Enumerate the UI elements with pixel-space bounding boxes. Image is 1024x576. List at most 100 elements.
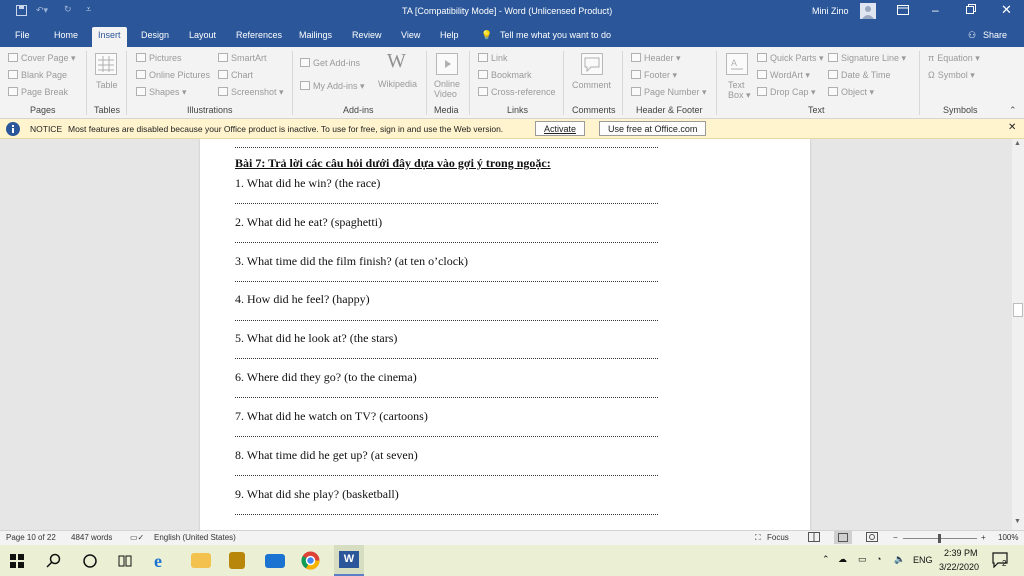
notifications-icon[interactable]	[992, 552, 1010, 568]
activate-button[interactable]: Activate	[535, 121, 586, 136]
show-hidden-icons[interactable]: ⌃	[822, 554, 830, 565]
screenshot-button[interactable]: Screenshot ▾	[218, 87, 284, 98]
tab-help[interactable]: Help	[440, 30, 459, 40]
tab-view[interactable]: View	[401, 30, 420, 40]
avatar[interactable]	[860, 3, 876, 19]
collapse-ribbon-icon[interactable]: ⌃	[1009, 105, 1017, 116]
tab-design[interactable]: Design	[141, 30, 169, 40]
answer-line[interactable]	[235, 203, 658, 204]
zoom-in-button[interactable]: +	[981, 533, 986, 542]
answer-line[interactable]	[235, 358, 658, 359]
link-button[interactable]: Link	[478, 53, 508, 63]
online-pictures-button[interactable]: Online Pictures	[136, 70, 210, 80]
proofing-icon[interactable]: ▭✓	[130, 533, 144, 542]
document-page[interactable]: Bài 7: Trả lời các câu hỏi dưới đây dựa …	[200, 139, 810, 530]
date-time-button[interactable]: Date & Time	[828, 70, 891, 80]
wordart-button[interactable]: WordArt ▾	[757, 70, 810, 81]
ribbon-display-options-icon[interactable]	[897, 5, 909, 15]
tab-file[interactable]: File	[15, 30, 30, 40]
close-icon[interactable]: ✕	[1001, 2, 1012, 18]
cover-page-button[interactable]: Cover Page ▾	[8, 53, 76, 64]
search-icon[interactable]	[46, 553, 62, 569]
input-language[interactable]: ENG	[913, 555, 933, 565]
table-icon[interactable]	[95, 53, 117, 75]
zoom-slider-thumb[interactable]	[938, 534, 941, 543]
customize-qat-icon[interactable]: ⩡	[86, 4, 91, 15]
wikipedia-icon[interactable]: W	[387, 50, 406, 73]
drop-cap-button[interactable]: Drop Cap ▾	[757, 87, 816, 98]
clock-time[interactable]: 2:39 PM	[944, 548, 978, 558]
tab-home[interactable]: Home	[54, 30, 78, 40]
page-break-button[interactable]: Page Break	[8, 87, 68, 97]
close-notice-icon[interactable]: ✕	[1008, 122, 1016, 133]
answer-line[interactable]	[235, 436, 658, 437]
scroll-up-icon[interactable]: ▲	[1014, 140, 1021, 147]
user-name[interactable]: Mini Zino	[812, 6, 849, 16]
language-status[interactable]: English (United States)	[154, 533, 236, 542]
comment-button[interactable]: Comment	[572, 80, 611, 90]
word-count[interactable]: 4847 words	[71, 533, 112, 542]
bookmark-button[interactable]: Bookmark	[478, 70, 532, 80]
my-addins-button[interactable]: My Add-ins ▾	[300, 81, 365, 92]
vertical-scrollbar[interactable]: ▲ ▼	[1012, 139, 1024, 530]
edge-icon[interactable]: e	[154, 551, 174, 571]
scroll-down-icon[interactable]: ▼	[1014, 518, 1021, 525]
share-button[interactable]: Share	[983, 30, 1007, 40]
answer-line[interactable]	[235, 514, 658, 515]
share-icon[interactable]: ⚇	[968, 30, 976, 41]
equation-button[interactable]: π Equation ▾	[928, 53, 980, 64]
text-box-button[interactable]: Text Box ▾	[728, 80, 751, 101]
tab-references[interactable]: References	[236, 30, 282, 40]
cross-reference-button[interactable]: Cross-reference	[478, 87, 556, 97]
file-explorer-icon[interactable]	[191, 553, 211, 568]
blank-page-button[interactable]: Blank Page	[8, 70, 67, 80]
answer-line[interactable]	[235, 397, 658, 398]
chrome-icon[interactable]	[301, 551, 320, 570]
tab-review[interactable]: Review	[352, 30, 382, 40]
symbol-button[interactable]: Ω Symbol ▾	[928, 70, 975, 81]
footer-button[interactable]: Footer ▾	[631, 70, 677, 81]
use-free-button[interactable]: Use free at Office.com	[599, 121, 707, 136]
tab-insert[interactable]: Insert	[92, 27, 127, 47]
redo-icon[interactable]: ↻	[64, 4, 72, 15]
answer-line[interactable]	[235, 320, 658, 321]
zoom-level[interactable]: 100%	[998, 533, 1018, 542]
task-view-icon[interactable]	[117, 553, 133, 569]
comment-icon[interactable]	[581, 53, 603, 75]
signature-line-button[interactable]: Signature Line ▾	[828, 53, 906, 64]
print-layout-icon[interactable]	[834, 531, 852, 544]
minimize-icon[interactable]: –	[932, 3, 939, 17]
onedrive-icon[interactable]: ☁	[838, 554, 847, 565]
zoom-out-button[interactable]: −	[893, 533, 898, 542]
answer-line[interactable]	[235, 147, 658, 148]
answer-line[interactable]	[235, 475, 658, 476]
online-video-icon[interactable]	[436, 53, 458, 75]
clock-date[interactable]: 3/22/2020	[939, 562, 979, 572]
pictures-button[interactable]: Pictures	[136, 53, 182, 63]
tab-mailings[interactable]: Mailings	[299, 30, 332, 40]
header-button[interactable]: Header ▾	[631, 53, 681, 64]
undo-icon[interactable]: ↶▾	[36, 5, 48, 16]
page-number-button[interactable]: Page Number ▾	[631, 87, 707, 98]
store-icon[interactable]	[229, 552, 245, 569]
focus-button[interactable]: Focus	[767, 533, 789, 542]
focus-icon[interactable]: ⛶	[755, 533, 761, 543]
object-button[interactable]: Object ▾	[828, 87, 874, 98]
shapes-button[interactable]: Shapes ▾	[136, 87, 187, 98]
text-box-icon[interactable]: A	[726, 53, 748, 75]
word-taskbar-button[interactable]: W	[334, 545, 364, 576]
tell-me-search[interactable]: Tell me what you want to do	[500, 30, 611, 40]
volume-icon[interactable]: 🔈	[894, 554, 905, 565]
wikipedia-button[interactable]: Wikipedia	[378, 79, 417, 89]
mail-icon[interactable]	[265, 554, 285, 568]
smartart-button[interactable]: SmartArt	[218, 53, 267, 63]
save-icon[interactable]	[16, 5, 27, 16]
answer-line[interactable]	[235, 281, 658, 282]
restore-icon[interactable]	[966, 4, 976, 14]
table-button[interactable]: Table	[96, 80, 118, 90]
get-addins-button[interactable]: Get Add-ins	[300, 58, 360, 68]
online-video-button[interactable]: Online Video	[434, 79, 460, 99]
chart-button[interactable]: Chart	[218, 70, 253, 80]
windows-start-icon[interactable]	[10, 554, 24, 568]
tab-layout[interactable]: Layout	[189, 30, 216, 40]
